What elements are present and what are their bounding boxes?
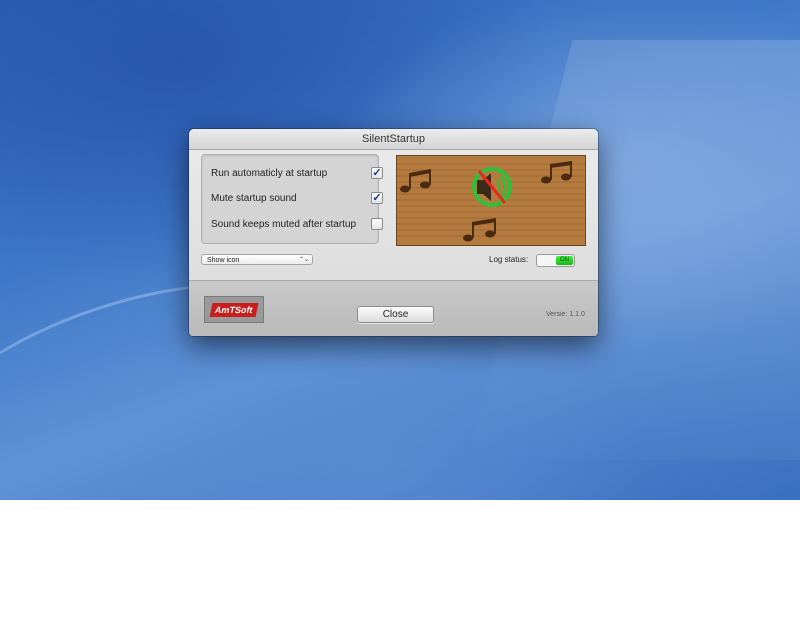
settings-panel: Run automaticly at startup ✓ Mute startu… [189,150,598,280]
keep-muted-checkbox[interactable] [371,218,383,230]
muted-speaker-music-notes-icon [396,155,586,246]
muted-speaker-icon [472,167,512,207]
options-group: Run automaticly at startup ✓ Mute startu… [201,154,383,244]
option-keep-muted[interactable]: Sound keeps muted after startup [211,216,383,232]
log-status-label: Log status: [489,255,529,264]
display-mode-select[interactable]: Show icon ⌃⌄ [201,254,313,265]
music-note-icon [400,169,431,193]
close-button[interactable]: Close [357,306,434,323]
run-at-startup-checkbox[interactable]: ✓ [371,167,383,179]
logo-text: AmTSoft [209,302,259,317]
option-mute-startup-sound[interactable]: Mute startup sound ✓ [211,190,383,206]
mute-startup-sound-checkbox[interactable]: ✓ [371,192,383,204]
log-status-toggle[interactable]: ON [536,254,575,267]
check-icon: ✓ [372,192,382,204]
option-label: Mute startup sound [211,192,297,204]
option-label: Run automaticly at startup [211,167,328,179]
amtsoft-logo[interactable]: AmTSoft [204,296,264,323]
option-label: Sound keeps muted after startup [211,218,357,230]
toggle-on-indicator: ON [556,256,573,265]
select-value: Show icon [207,257,240,264]
music-note-icon [541,161,572,184]
chevron-updown-icon: ⌃⌄ [298,257,309,263]
window-title: SilentStartup [189,129,598,150]
version-label: Versie: 1.1.0 [546,311,585,318]
check-icon: ✓ [372,167,382,179]
option-run-at-startup[interactable]: Run automaticly at startup ✓ [211,165,383,181]
window-footer: AmTSoft Close Versie: 1.1.0 [189,280,598,336]
silentstartup-window: SilentStartup Run automaticly at startup… [189,129,598,336]
